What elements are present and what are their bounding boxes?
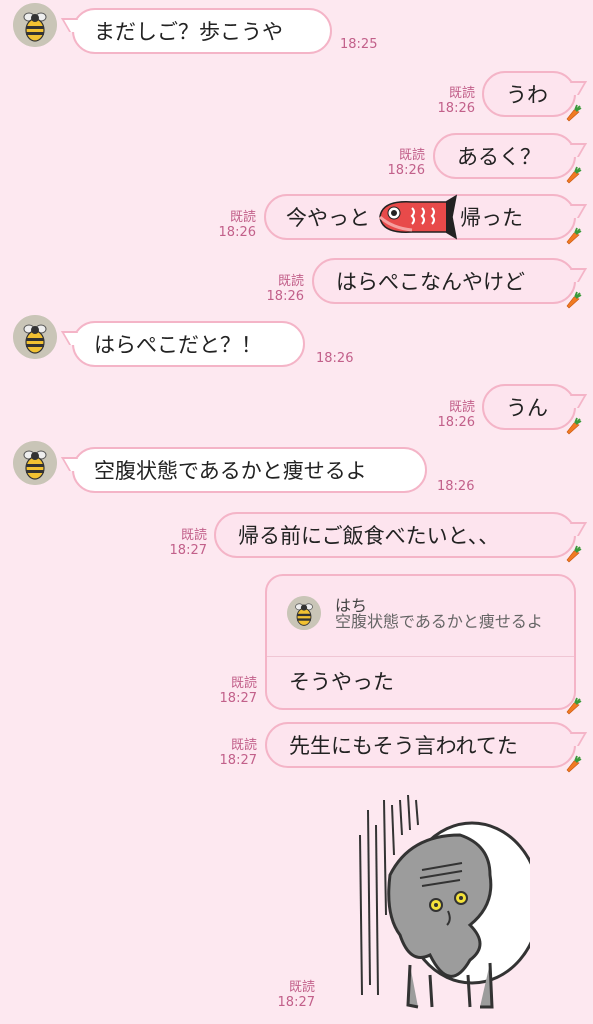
message-time: 18:25 [340,37,378,52]
message-bubble[interactable]: まだしご？歩こうや [72,8,332,54]
read-receipt: 既読 [448,86,475,101]
message-text: はらぺこだと？！ [94,333,262,357]
read-receipt: 既読 [277,274,304,289]
message-bubble[interactable]: あるく？ [433,133,576,179]
message-time: 18:26 [437,415,475,430]
message-meta: 既読 18:27 [220,738,257,768]
message-time: 18:26 [266,289,304,304]
read-receipt: 既読 [229,210,256,225]
message-bubble[interactable]: はらぺこだと？！ [72,321,305,367]
message-meta: 既読 18:26 [438,400,475,430]
message-text: 帰る前にご飯食べたいと、、 [238,524,500,548]
bee-avatar-icon[interactable] [13,441,57,485]
read-receipt: 既読 [448,400,475,415]
message-meta: 既読 18:27 [220,676,257,706]
message-text: 先生にもそう言われてた [289,734,518,758]
message-text: そうやった [289,670,394,694]
message-meta: 既読 18:26 [267,274,304,304]
bee-avatar-icon [287,596,321,630]
read-receipt: 既読 [230,676,257,691]
message-time: 18:26 [387,163,425,178]
message-time: 18:26 [437,101,475,116]
carrot-icon [564,104,582,122]
message-time: 18:27 [219,691,257,706]
message-meta: 既読 18:27 [278,980,315,1010]
message-text: うん [506,396,548,420]
message-text: まだしご？歩こうや [94,20,283,44]
message-time: 18:27 [169,543,207,558]
carp-streamer-emoji [378,194,458,240]
message-bubble[interactable]: うわ [482,71,576,117]
message-bubble[interactable]: 今やっと 帰った [264,194,576,240]
reply-message-bubble[interactable]: はち 空腹状態であるかと痩せるよ そうやった [265,574,576,710]
bee-avatar-icon[interactable] [13,3,57,47]
message-meta: 既読 18:26 [388,148,425,178]
message-meta: 既読 18:27 [170,528,207,558]
carrot-icon [564,417,582,435]
message-text: あるく？ [457,145,541,169]
bee-avatar-icon[interactable] [13,315,57,359]
carrot-icon [564,166,582,184]
message-meta: 既読 18:26 [219,210,256,240]
read-receipt: 既読 [398,148,425,163]
message-text-before: 今やっと [286,206,370,230]
message-text: 空腹状態であるかと痩せるよ [94,459,367,483]
message-bubble[interactable]: 空腹状態であるかと痩せるよ [72,447,427,493]
quoted-message[interactable]: はち 空腹状態であるかと痩せるよ [267,576,574,657]
read-receipt: 既読 [180,528,207,543]
message-bubble[interactable]: 帰る前にご飯食べたいと、、 [214,512,576,558]
carrot-icon [564,697,582,715]
carrot-icon [564,291,582,309]
message-time: 18:26 [437,479,475,494]
message-time: 18:26 [218,225,256,240]
carrot-icon [564,227,582,245]
depressed-character-sticker[interactable] [350,795,530,1015]
message-time: 18:27 [219,753,257,768]
message-text: はらぺこなんやけど [336,270,525,294]
quoted-text: 空腹状態であるかと痩せるよ [335,612,543,631]
message-bubble[interactable]: うん [482,384,576,430]
message-text-after: 帰った [460,206,523,230]
message-bubble[interactable]: 先生にもそう言われてた [265,722,576,768]
carrot-icon [564,755,582,773]
carrot-icon [564,545,582,563]
message-meta: 既読 18:26 [438,86,475,116]
message-text: うわ [506,83,548,107]
message-time: 18:26 [316,351,354,366]
message-bubble[interactable]: はらぺこなんやけど [312,258,576,304]
read-receipt: 既読 [288,980,315,995]
read-receipt: 既読 [230,738,257,753]
message-time: 18:27 [277,995,315,1010]
